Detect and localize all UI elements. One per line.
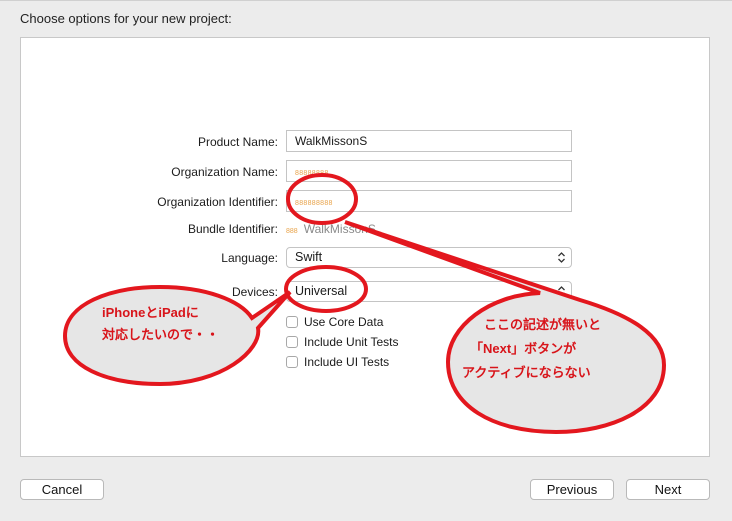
organization-identifier-label: Organization Identifier: xyxy=(157,195,278,209)
devices-value: Universal xyxy=(295,284,348,298)
language-value: Swift xyxy=(295,250,323,264)
bundle-identifier-label: Bundle Identifier: xyxy=(187,222,278,236)
next-button[interactable]: Next xyxy=(626,479,710,500)
devices-label: Devices: xyxy=(231,285,278,299)
organization-identifier-value: 888888888 xyxy=(295,200,333,207)
checkbox-box[interactable] xyxy=(286,316,298,328)
checkbox-label: Use Core Data xyxy=(304,315,384,329)
checkbox-box[interactable] xyxy=(286,356,298,368)
organization-name-label: Organization Name: xyxy=(171,165,278,179)
devices-popup[interactable]: Universal xyxy=(286,281,572,302)
language-popup[interactable]: Swift xyxy=(286,247,572,268)
previous-button[interactable]: Previous xyxy=(530,479,614,500)
include-ui-tests-checkbox[interactable]: Include UI Tests xyxy=(286,354,389,370)
up-down-chevron-icon xyxy=(558,286,565,297)
checkbox-box[interactable] xyxy=(286,336,298,348)
include-unit-tests-checkbox[interactable]: Include Unit Tests xyxy=(286,334,399,350)
language-label: Language: xyxy=(221,251,278,265)
right-annotation-line1: ここの記述が無いと xyxy=(484,317,602,332)
product-name-label: Product Name: xyxy=(197,135,278,149)
left-annotation-line2: 対応したいので・・ xyxy=(102,327,220,342)
cancel-button[interactable]: Cancel xyxy=(20,479,104,500)
product-name-field[interactable]: WalkMissonS xyxy=(286,130,572,152)
organization-name-value: 88888888 xyxy=(295,170,329,177)
dialog-title: Choose options for your new project: xyxy=(20,11,232,26)
use-core-data-checkbox[interactable]: Use Core Data xyxy=(286,314,383,330)
checkbox-label: Include UI Tests xyxy=(304,355,390,369)
bundle-name: WalkMissonS xyxy=(303,222,376,236)
right-annotation-line3: アクティブにならない xyxy=(462,365,591,380)
up-down-chevron-icon xyxy=(558,252,565,263)
bundle-identifier-value: 888 WalkMissonS xyxy=(286,222,376,236)
right-annotation-line2: 「Next」ボタンが xyxy=(470,341,577,356)
left-annotation-line1: iPhoneとiPadに xyxy=(102,305,199,320)
window-top-border xyxy=(0,0,732,1)
bundle-prefix: 888 xyxy=(286,228,298,235)
organization-name-field[interactable]: 88888888 xyxy=(286,160,572,182)
checkbox-label: Include Unit Tests xyxy=(304,335,399,349)
organization-identifier-field[interactable]: 888888888 xyxy=(286,190,572,212)
